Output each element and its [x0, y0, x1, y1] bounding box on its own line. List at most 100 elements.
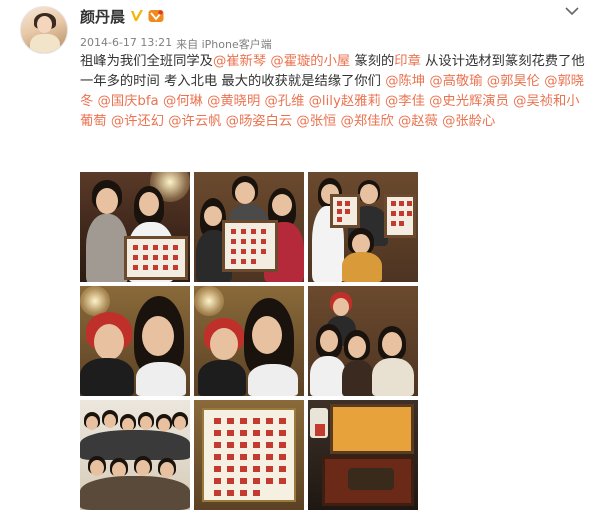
seal-mark [214, 466, 221, 472]
seal-mark [240, 430, 247, 436]
seal-mark [253, 478, 260, 484]
verified-v-icon[interactable] [130, 9, 144, 23]
mention-link[interactable]: @张恒 [296, 114, 336, 129]
seal-mark [227, 490, 234, 496]
chevron-down-icon[interactable] [565, 6, 579, 16]
seal-frame-closeup [202, 408, 296, 502]
woman-face [272, 194, 292, 216]
seal-mark [266, 442, 273, 448]
seal-mark [240, 466, 247, 472]
mention-link[interactable]: @霍璇的小屋 [270, 54, 350, 69]
seal-mark [240, 490, 247, 496]
woman-face [139, 192, 159, 216]
seal-frame-right [384, 194, 416, 238]
seal-mark [266, 454, 273, 460]
woman2-figure [310, 356, 346, 396]
seal-mark [214, 478, 221, 484]
seal-mark [214, 442, 221, 448]
woman2-figure [248, 364, 298, 396]
woman3-figure [342, 360, 374, 396]
man-face [360, 184, 378, 204]
seal-mark [266, 430, 273, 436]
woman2-figure [342, 252, 382, 282]
woman4-face [382, 332, 402, 356]
photo-5[interactable] [194, 286, 304, 396]
seal-mark [279, 466, 286, 472]
seal-mark [279, 454, 286, 460]
seal-mark [227, 454, 234, 460]
avatar[interactable] [20, 6, 68, 54]
photo-1[interactable] [80, 172, 190, 282]
vip-member-icon[interactable] [148, 9, 164, 23]
front-row-figures [80, 476, 190, 510]
woman-face [210, 328, 238, 360]
seal-mark [227, 466, 234, 472]
mention-link[interactable]: @郭昊伦 [487, 74, 540, 89]
post-text-segment: 篆刻的 [350, 54, 395, 69]
photo-4[interactable] [80, 286, 190, 396]
photo-6[interactable] [308, 286, 418, 396]
mention-link[interactable]: @孔维 [264, 94, 304, 109]
seal-mark [227, 478, 234, 484]
mention-link[interactable]: @许云帆 [168, 114, 221, 129]
mention-link[interactable]: @陈坤 [385, 74, 425, 89]
mention-link[interactable]: @许还幻 [111, 114, 164, 129]
mention-link[interactable]: @高敬瑜 [429, 74, 482, 89]
photo-3[interactable] [308, 172, 418, 282]
seal-frame [222, 220, 278, 272]
seal-in-box [348, 468, 394, 490]
woman2-face [320, 330, 338, 352]
seal-mark [253, 454, 260, 460]
seal-mark [240, 418, 247, 424]
post-timestamp[interactable]: 2014-6-17 13:21 [80, 36, 172, 52]
seal-mark [253, 490, 260, 496]
seal-mark [279, 418, 286, 424]
seal-mark [240, 454, 247, 460]
mention-link[interactable]: @黄晓明 [207, 94, 260, 109]
post-source[interactable]: 来自 iPhone客户端 [176, 36, 272, 52]
user-name[interactable]: 颜丹晨 [80, 6, 125, 27]
woman4-figure [372, 358, 414, 396]
woman-face [94, 324, 124, 360]
mention-link[interactable]: @旸姿白云 [226, 114, 292, 129]
woman2-face [142, 316, 174, 356]
photo-7[interactable] [80, 400, 190, 510]
post-text: 祖峰为我们全班同学及@崔新琴 @霍璇的小屋 篆刻的印章 从设计选材到篆刻花费了他… [80, 52, 590, 132]
seal-mark [279, 442, 286, 448]
mention-link[interactable]: @赵薇 [398, 114, 438, 129]
mention-link[interactable]: @国庆bfa [98, 94, 159, 109]
seal-mark [214, 430, 221, 436]
seal-mark [253, 442, 260, 448]
seal-mark [266, 466, 273, 472]
woman-figure [80, 358, 134, 396]
mention-link[interactable]: @李佳 [385, 94, 425, 109]
photo-grid [80, 172, 420, 512]
man-figure [86, 214, 128, 282]
topic-link[interactable]: 印章 [394, 54, 421, 69]
mention-link[interactable]: @郑佳欣 [341, 114, 394, 129]
seal-mark [227, 430, 234, 436]
avatar-face [37, 16, 52, 33]
mention-link[interactable]: @史光辉演员 [429, 94, 509, 109]
lamp-light [194, 286, 224, 316]
woman2-face [352, 234, 370, 254]
seal-mark [214, 454, 221, 460]
seal-mark [266, 418, 273, 424]
mention-link[interactable]: @何琳 [163, 94, 203, 109]
mention-link[interactable]: @崔新琴 [213, 54, 266, 69]
seal-mark [266, 478, 273, 484]
seal-mark [279, 478, 286, 484]
seal-frame-left [330, 194, 360, 228]
woman2-figure [136, 362, 186, 396]
seal-frame [124, 236, 188, 280]
mention-link[interactable]: @张龄心 [442, 114, 495, 129]
photo-8[interactable] [194, 400, 304, 510]
person-face [204, 206, 222, 226]
photo-9[interactable] [308, 400, 418, 510]
post-text-segment: 祖峰为我们全班同学及 [80, 54, 213, 69]
seal-mark [214, 490, 221, 496]
photo-2[interactable] [194, 172, 304, 282]
seal-mark [279, 430, 286, 436]
seal-stone [310, 408, 328, 438]
mention-link[interactable]: @lily赵雅莉 [309, 94, 381, 109]
